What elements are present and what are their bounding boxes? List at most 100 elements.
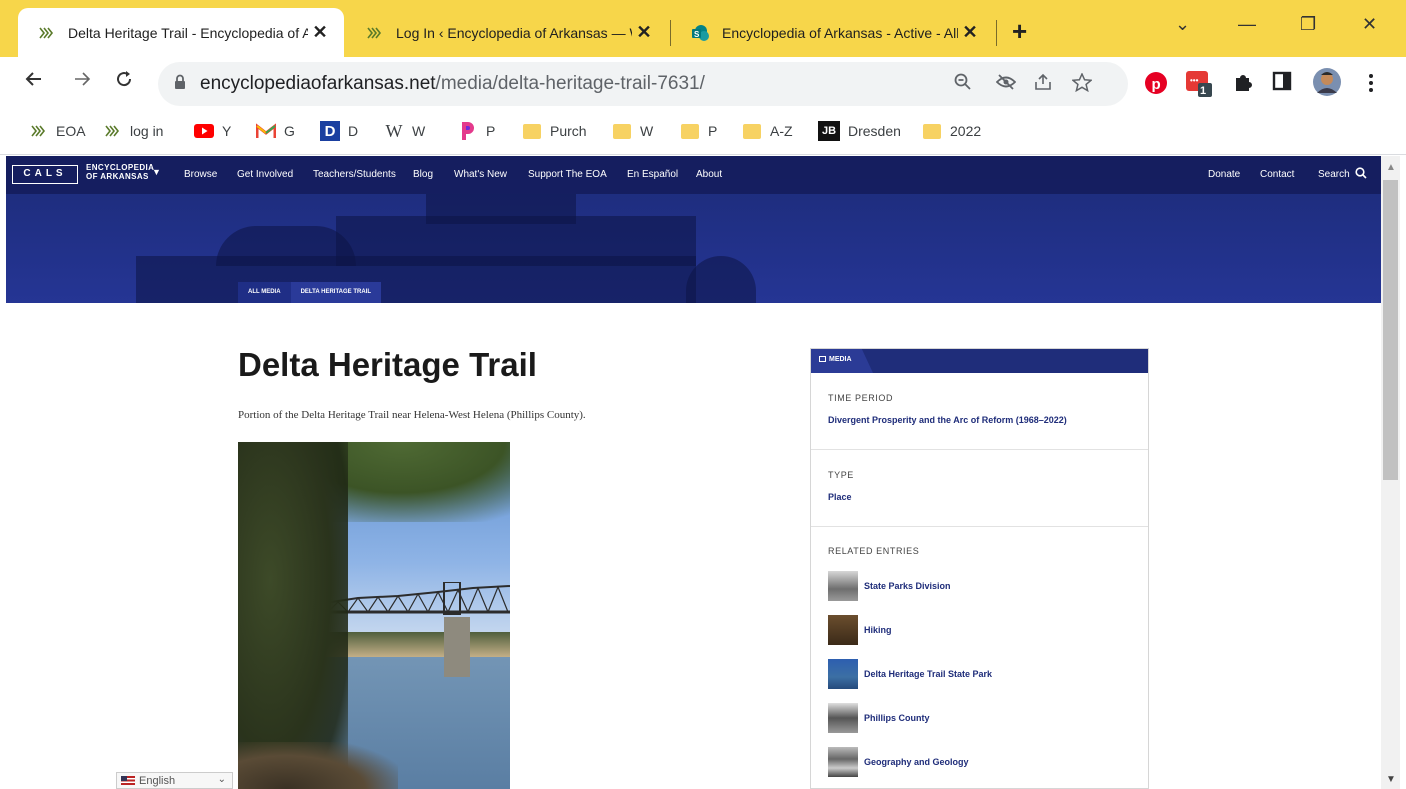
bookmark-label: D bbox=[348, 123, 359, 139]
browser-toolbar: encyclopediaofarkansas.net/media/delta-h… bbox=[0, 57, 1406, 111]
type-value[interactable]: Place bbox=[828, 492, 852, 502]
zoom-icon[interactable] bbox=[954, 73, 972, 97]
scroll-thumb[interactable] bbox=[1383, 180, 1398, 480]
jb-logo-icon: JB bbox=[818, 121, 840, 141]
time-period-value[interactable]: Divergent Prosperity and the Arc of Refo… bbox=[828, 415, 1067, 425]
close-tab-icon[interactable]: ✕ bbox=[958, 22, 982, 43]
bookmark-label: Dresden bbox=[848, 123, 901, 139]
language-selector[interactable]: English ⌄ bbox=[116, 772, 233, 789]
bookmark-wikipedia[interactable]: W W bbox=[384, 120, 426, 141]
bookmark-folder-p[interactable]: P bbox=[680, 121, 717, 141]
forward-arrow-icon[interactable] bbox=[72, 69, 92, 95]
delta-heritage-trail-photo[interactable] bbox=[238, 442, 510, 789]
window-close-icon[interactable]: ✕ bbox=[1362, 14, 1377, 35]
folder-icon bbox=[922, 121, 942, 141]
time-period-label: TIME PERIOD bbox=[828, 393, 894, 403]
restore-icon[interactable]: ❐ bbox=[1300, 14, 1316, 35]
window-edge bbox=[1400, 156, 1406, 789]
bookmark-label: G bbox=[284, 123, 295, 139]
wikipedia-icon: W bbox=[385, 120, 403, 141]
eoa-logo[interactable]: ENCYCLOPEDIA OF ARKANSAS bbox=[86, 163, 154, 181]
bookmark-d[interactable]: D D bbox=[320, 121, 358, 141]
nav-browse[interactable]: Browse bbox=[184, 169, 217, 180]
related-entry[interactable]: State Parks Division bbox=[828, 571, 951, 601]
page-viewport: CALS ENCYCLOPEDIA OF ARKANSAS ▼ Browse G… bbox=[6, 156, 1381, 789]
nav-blog[interactable]: Blog bbox=[413, 169, 433, 180]
bookmark-eoa[interactable]: EOA bbox=[28, 121, 86, 141]
hero-banner: CALS ENCYCLOPEDIA OF ARKANSAS ▼ Browse G… bbox=[6, 156, 1381, 303]
bookmark-log-in[interactable]: log in bbox=[102, 121, 163, 141]
breadcrumb-current: DELTA HERITAGE TRAIL bbox=[290, 282, 382, 303]
tracking-blocked-eye-icon[interactable] bbox=[995, 73, 1017, 97]
search-icon[interactable] bbox=[1355, 166, 1367, 184]
address-bar[interactable]: encyclopediaofarkansas.net/media/delta-h… bbox=[158, 62, 1128, 106]
bookmark-folder-w[interactable]: W bbox=[612, 121, 653, 141]
svg-text:S: S bbox=[694, 30, 700, 39]
media-caption: Portion of the Delta Heritage Trail near… bbox=[238, 409, 586, 421]
back-arrow-icon[interactable] bbox=[24, 69, 44, 95]
bookmark-label: EOA bbox=[56, 123, 86, 139]
bookmark-folder-2022[interactable]: 2022 bbox=[922, 121, 981, 141]
bookmark-label: log in bbox=[130, 123, 164, 139]
related-entry[interactable]: Phillips County bbox=[828, 703, 930, 733]
tab-delta-heritage-trail[interactable]: Delta Heritage Trail - Encyclopedia of A… bbox=[18, 8, 344, 57]
nav-get-involved[interactable]: Get Involved bbox=[237, 169, 293, 180]
bookmark-label: P bbox=[486, 123, 496, 139]
bookmark-gmail[interactable]: G bbox=[256, 121, 295, 141]
related-entry[interactable]: Geography and Geology bbox=[828, 747, 969, 777]
profile-avatar[interactable] bbox=[1312, 67, 1342, 102]
nav-teachers-students[interactable]: Teachers/Students bbox=[313, 169, 396, 180]
tab-log-in[interactable]: Log In ‹ Encyclopedia of Arkansas — W ✕ bbox=[346, 8, 668, 57]
svg-text:p: p bbox=[1152, 76, 1161, 93]
nav-search[interactable]: Search bbox=[1318, 169, 1350, 180]
related-entry[interactable]: Hiking bbox=[828, 615, 892, 645]
extensions-puzzle-icon[interactable] bbox=[1232, 71, 1254, 98]
folder-icon bbox=[612, 121, 632, 141]
nav-about[interactable]: About bbox=[696, 169, 722, 180]
media-info-card: MEDIA TIME PERIOD Divergent Prosperity a… bbox=[810, 348, 1149, 789]
site-navbar: CALS ENCYCLOPEDIA OF ARKANSAS ▼ Browse G… bbox=[6, 156, 1381, 194]
p-logo-icon bbox=[458, 121, 478, 141]
scroll-down-arrow-icon[interactable]: ▼ bbox=[1386, 774, 1396, 785]
bookmark-dresden[interactable]: JB Dresden bbox=[818, 121, 901, 141]
bookmarks-bar: EOA log in Y G D D W W P Purch W P A-Z J… bbox=[0, 111, 1406, 155]
image-icon bbox=[819, 356, 826, 362]
new-tab-button[interactable]: + bbox=[1012, 16, 1027, 47]
bookmark-p[interactable]: P bbox=[458, 121, 495, 141]
nav-contact[interactable]: Contact bbox=[1260, 169, 1294, 180]
bookmark-folder-a-z[interactable]: A-Z bbox=[742, 121, 793, 141]
minimize-icon[interactable]: — bbox=[1238, 14, 1256, 35]
bookmark-star-icon[interactable] bbox=[1071, 72, 1093, 98]
bookmark-folder-purch[interactable]: Purch bbox=[522, 121, 587, 141]
pinterest-icon[interactable]: p bbox=[1144, 71, 1168, 100]
related-entries-label: RELATED ENTRIES bbox=[828, 546, 920, 556]
nav-whats-new[interactable]: What's New bbox=[454, 169, 507, 180]
bookmark-label: 2022 bbox=[950, 123, 982, 139]
close-tab-icon[interactable]: ✕ bbox=[308, 22, 332, 43]
breadcrumb: ALL MEDIA DELTA HERITAGE TRAIL bbox=[238, 282, 382, 303]
nav-en-espanol[interactable]: En Español bbox=[627, 169, 678, 180]
extension-badge-count: 1 bbox=[1200, 85, 1207, 97]
nav-donate[interactable]: Donate bbox=[1208, 169, 1240, 180]
close-tab-icon[interactable]: ✕ bbox=[632, 22, 656, 43]
gmail-icon bbox=[256, 121, 276, 141]
caret-down-icon[interactable]: ▼ bbox=[152, 167, 161, 177]
tab-encyclopedia-active[interactable]: S Encyclopedia of Arkansas - Active - Al… bbox=[672, 8, 994, 57]
bookmark-youtube[interactable]: Y bbox=[194, 121, 231, 141]
page-title: Delta Heritage Trail bbox=[238, 346, 537, 383]
browser-menu-icon[interactable] bbox=[1368, 73, 1374, 98]
share-icon[interactable] bbox=[1034, 73, 1052, 97]
side-panel-icon[interactable] bbox=[1272, 71, 1292, 96]
breadcrumb-all-media[interactable]: ALL MEDIA bbox=[238, 282, 291, 303]
url-text: encyclopediaofarkansas.net/media/delta-h… bbox=[200, 73, 705, 94]
reload-icon[interactable] bbox=[114, 69, 134, 95]
tab-search-icon[interactable]: ⌄ bbox=[1175, 14, 1190, 35]
page-scrollbar[interactable]: ▲ ▼ bbox=[1381, 156, 1400, 789]
entry-thumbnail bbox=[828, 703, 858, 733]
related-entry[interactable]: Delta Heritage Trail State Park bbox=[828, 659, 992, 689]
entry-thumbnail bbox=[828, 747, 858, 777]
nav-support-the-eoa[interactable]: Support The EOA bbox=[528, 169, 607, 180]
scroll-up-arrow-icon[interactable]: ▲ bbox=[1386, 162, 1396, 173]
cals-logo[interactable]: CALS bbox=[12, 165, 78, 184]
lock-icon[interactable] bbox=[174, 74, 186, 95]
